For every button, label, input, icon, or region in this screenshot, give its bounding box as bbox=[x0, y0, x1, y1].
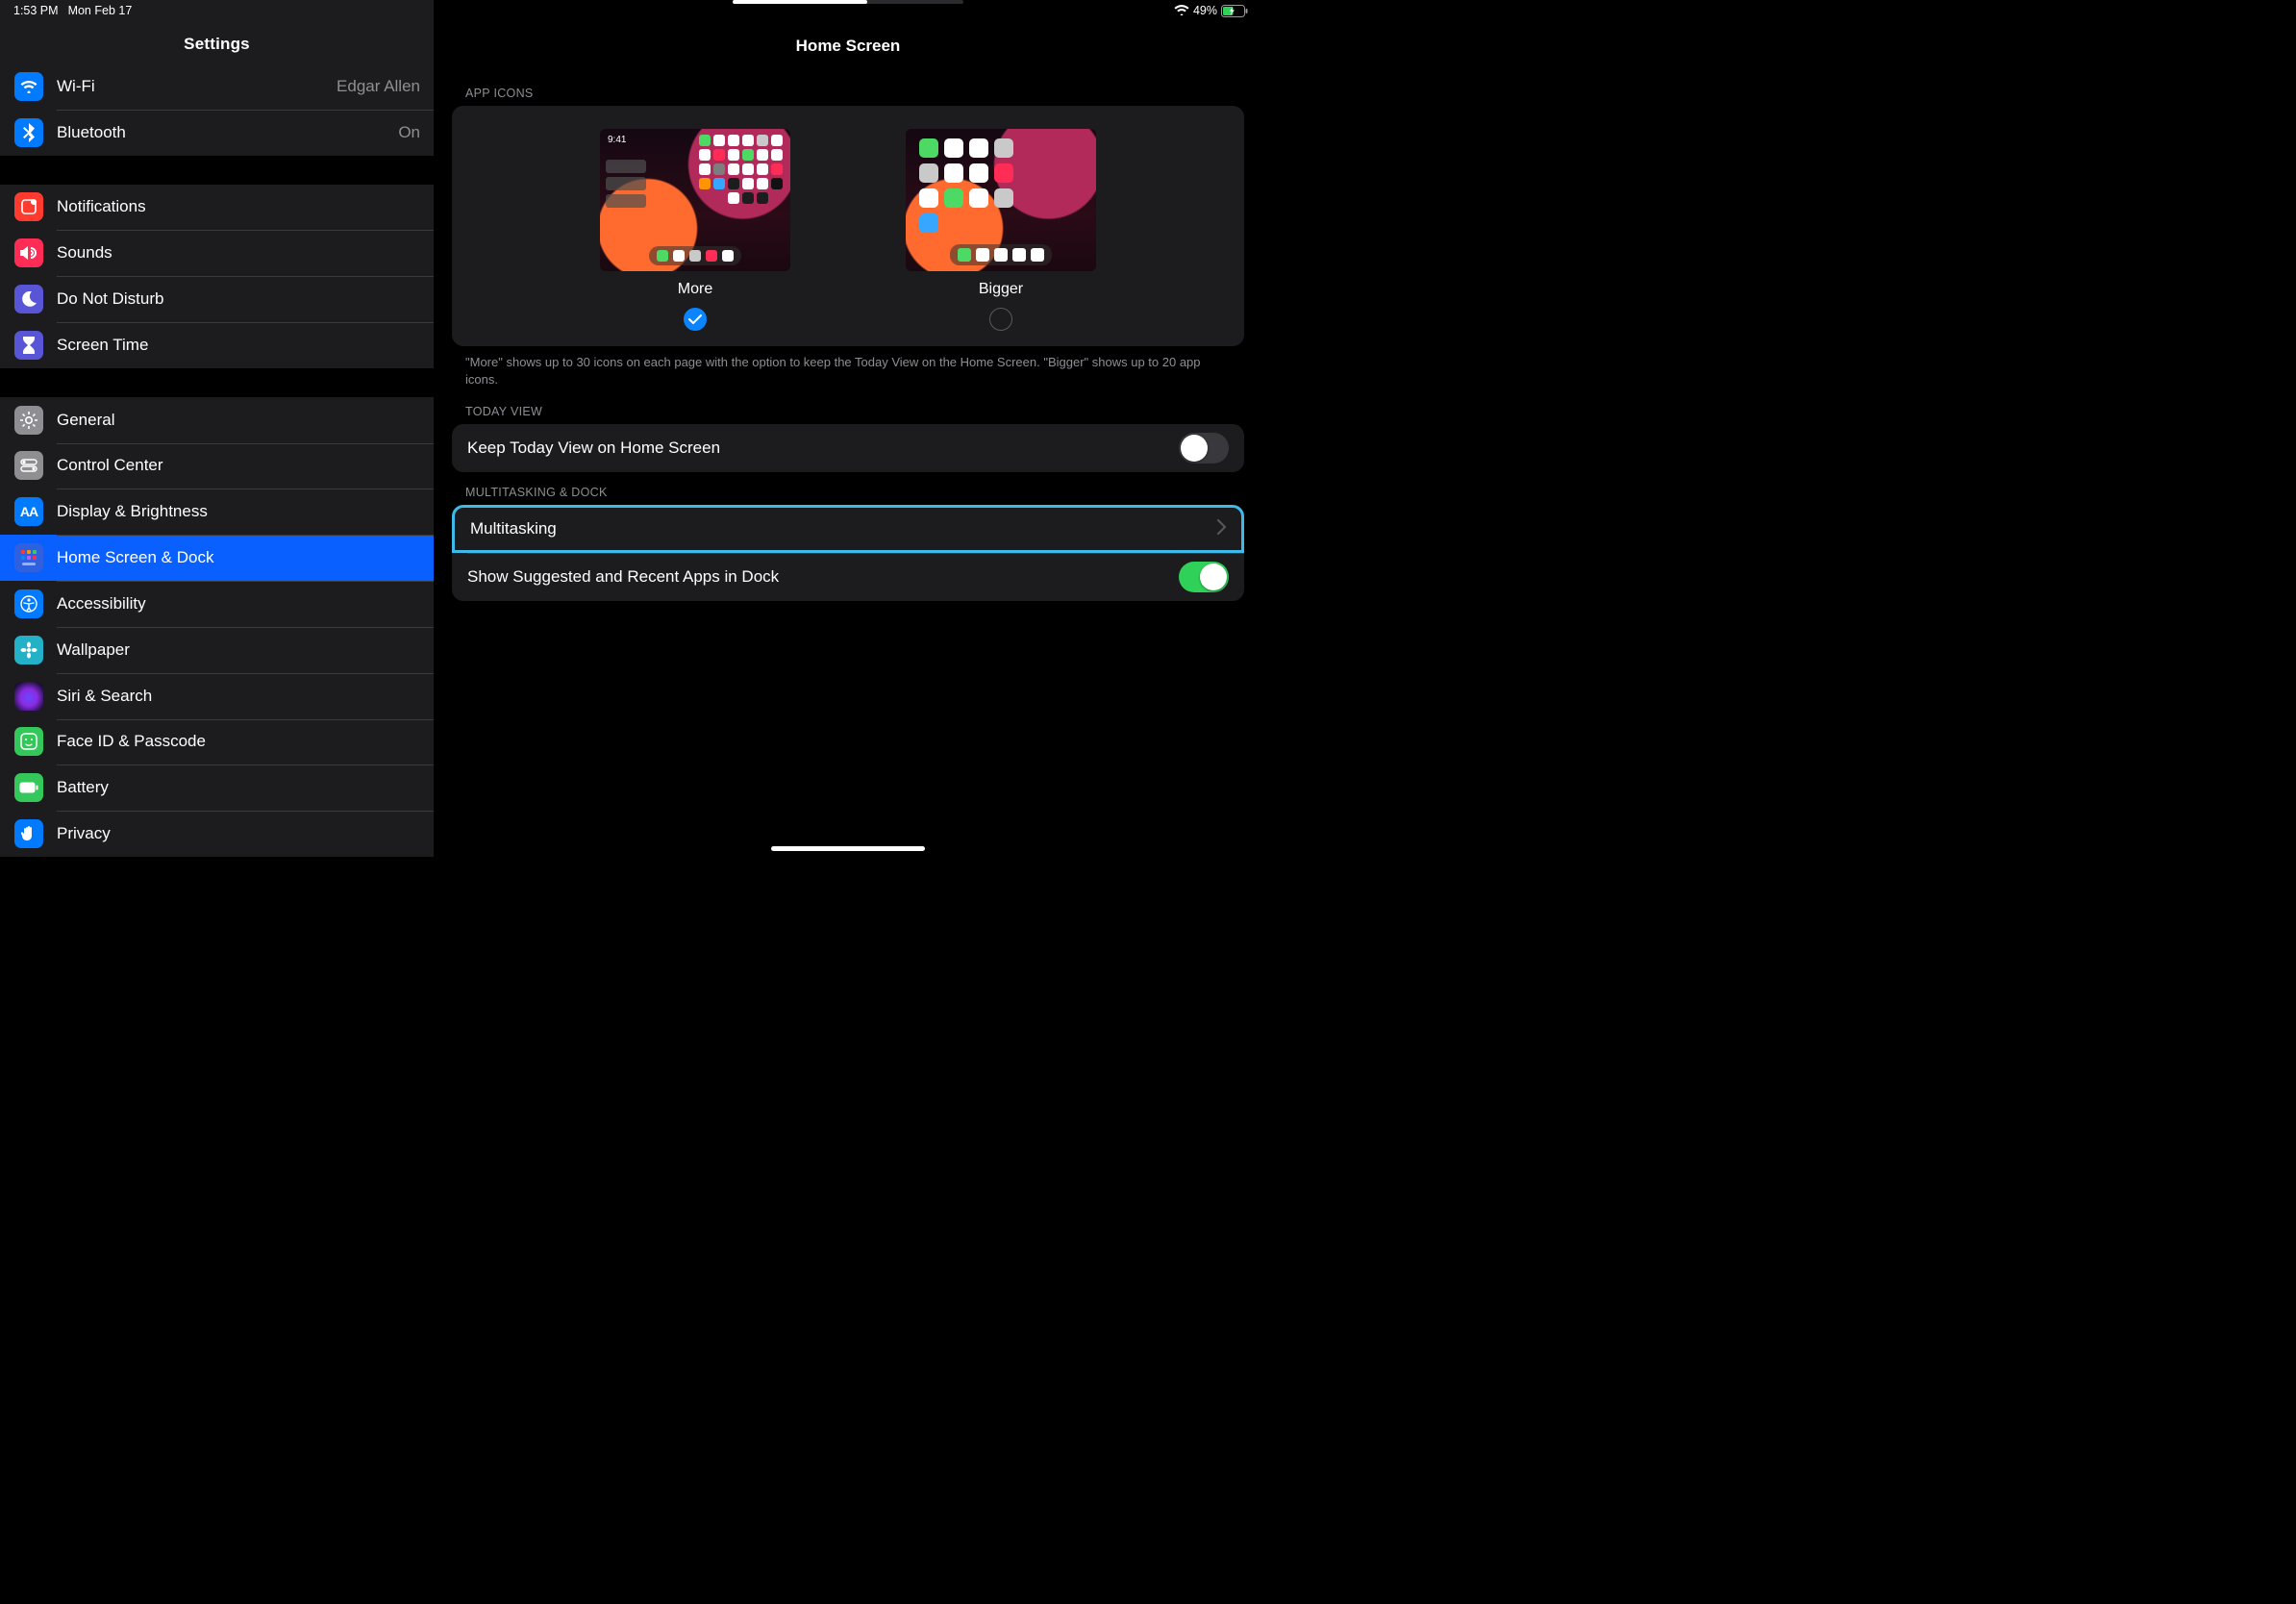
bluetooth-icon bbox=[14, 118, 43, 147]
sidebar-item-battery[interactable]: Battery bbox=[0, 764, 434, 811]
thumb-time: 9:41 bbox=[608, 135, 626, 145]
row-multitasking[interactable]: Multitasking bbox=[452, 505, 1244, 553]
sidebar-item-label: Control Center bbox=[57, 456, 420, 475]
detail-panel: Home Screen APP ICONS 9:41 bbox=[435, 0, 1261, 857]
thumb-dock bbox=[950, 244, 1052, 265]
sidebar-item-general[interactable]: General bbox=[0, 397, 434, 443]
switches-icon bbox=[14, 451, 43, 480]
sidebar-item-detail: On bbox=[398, 123, 420, 142]
sidebar-item-display[interactable]: AA Display & Brightness bbox=[0, 489, 434, 535]
sidebar-item-screentime[interactable]: Screen Time bbox=[0, 322, 434, 368]
sidebar-item-label: Home Screen & Dock bbox=[57, 548, 420, 567]
sidebar-item-faceid[interactable]: Face ID & Passcode bbox=[0, 719, 434, 765]
option-label: Bigger bbox=[979, 281, 1023, 298]
sidebar-item-wifi[interactable]: Wi-Fi Edgar Allen bbox=[0, 63, 434, 110]
option-label: More bbox=[678, 281, 712, 298]
siri-icon bbox=[14, 682, 43, 711]
multitasking-card: Multitasking Show Suggested and Recent A… bbox=[452, 505, 1244, 601]
sidebar-item-label: Bluetooth bbox=[57, 123, 398, 142]
row-keep-today-view[interactable]: Keep Today View on Home Screen bbox=[452, 424, 1244, 472]
thumb-icons-bigger bbox=[919, 138, 1013, 233]
accessibility-icon bbox=[14, 589, 43, 618]
thumb-dock bbox=[649, 246, 741, 265]
sidebar-item-label: Do Not Disturb bbox=[57, 289, 420, 309]
sidebar-item-siri[interactable]: Siri & Search bbox=[0, 673, 434, 719]
hourglass-icon bbox=[14, 331, 43, 360]
thumb-bigger bbox=[906, 129, 1096, 271]
sidebar-item-label: Screen Time bbox=[57, 336, 420, 355]
sidebar-item-label: Sounds bbox=[57, 243, 420, 263]
radio-bigger[interactable] bbox=[989, 308, 1012, 331]
row-label: Keep Today View on Home Screen bbox=[467, 439, 1179, 458]
sidebar-item-label: Display & Brightness bbox=[57, 502, 420, 521]
battery-pct: 49% bbox=[1193, 4, 1217, 17]
settings-sidebar: Settings Wi-Fi Edgar Allen Bluetooth On … bbox=[0, 0, 435, 857]
page-title: Home Screen bbox=[435, 21, 1261, 73]
grid-icon bbox=[14, 543, 43, 572]
face-icon bbox=[14, 727, 43, 756]
sidebar-item-wallpaper[interactable]: Wallpaper bbox=[0, 627, 434, 673]
row-label: Show Suggested and Recent Apps in Dock bbox=[467, 567, 1179, 587]
section-header-todayview: TODAY VIEW bbox=[435, 391, 1261, 424]
thumb-more: 9:41 bbox=[600, 129, 790, 271]
display-icon: AA bbox=[14, 497, 43, 526]
row-show-suggested-dock[interactable]: Show Suggested and Recent Apps in Dock bbox=[452, 553, 1244, 601]
sidebar-item-label: General bbox=[57, 411, 420, 430]
sidebar-item-privacy[interactable]: Privacy bbox=[0, 811, 434, 857]
gear-icon bbox=[14, 406, 43, 435]
chevron-right-icon bbox=[1217, 519, 1226, 539]
sidebar-item-label: Siri & Search bbox=[57, 687, 420, 706]
wifi-icon bbox=[14, 72, 43, 101]
hand-icon bbox=[14, 819, 43, 848]
sounds-icon bbox=[14, 238, 43, 267]
today-view-card: Keep Today View on Home Screen bbox=[452, 424, 1244, 472]
sidebar-title: Settings bbox=[0, 21, 434, 63]
section-header-appicons: APP ICONS bbox=[435, 73, 1261, 106]
sidebar-item-label: Wallpaper bbox=[57, 640, 420, 660]
wifi-icon bbox=[1174, 4, 1189, 18]
sidebar-item-label: Accessibility bbox=[57, 594, 420, 614]
toggle-suggested-dock[interactable] bbox=[1179, 562, 1229, 592]
status-bar: 1:53 PM Mon Feb 17 49% bbox=[0, 0, 1261, 21]
battery-icon bbox=[1221, 5, 1248, 17]
sidebar-item-label: Battery bbox=[57, 778, 420, 797]
moon-icon bbox=[14, 285, 43, 313]
app-icons-card: 9:41 More bbox=[452, 106, 1244, 346]
status-date: Mon Feb 17 bbox=[68, 4, 133, 17]
sidebar-item-bluetooth[interactable]: Bluetooth On bbox=[0, 110, 434, 156]
app-icons-option-more[interactable]: 9:41 More bbox=[600, 129, 790, 331]
sidebar-item-label: Face ID & Passcode bbox=[57, 732, 420, 751]
thumb-icons-more bbox=[699, 135, 783, 204]
flower-icon bbox=[14, 636, 43, 664]
sidebar-item-label: Privacy bbox=[57, 824, 420, 843]
app-icons-option-bigger[interactable]: Bigger bbox=[906, 129, 1096, 331]
app-icons-footer: "More" shows up to 30 icons on each page… bbox=[435, 346, 1261, 391]
sidebar-item-sounds[interactable]: Sounds bbox=[0, 230, 434, 276]
sidebar-item-dnd[interactable]: Do Not Disturb bbox=[0, 276, 434, 322]
sidebar-item-controlcenter[interactable]: Control Center bbox=[0, 443, 434, 489]
sidebar-item-label: Notifications bbox=[57, 197, 420, 216]
sidebar-item-detail: Edgar Allen bbox=[337, 77, 420, 96]
sidebar-item-label: Wi-Fi bbox=[57, 77, 337, 96]
battery-icon bbox=[14, 773, 43, 802]
section-header-multitasking: MULTITASKING & DOCK bbox=[435, 472, 1261, 505]
status-time: 1:53 PM bbox=[13, 4, 59, 17]
sidebar-item-homedock[interactable]: Home Screen & Dock bbox=[0, 535, 434, 581]
home-indicator[interactable] bbox=[771, 846, 925, 851]
sidebar-item-accessibility[interactable]: Accessibility bbox=[0, 581, 434, 627]
radio-more[interactable] bbox=[684, 308, 707, 331]
sidebar-item-notifications[interactable]: Notifications bbox=[0, 185, 434, 231]
row-label: Multitasking bbox=[470, 519, 1217, 539]
toggle-today-view[interactable] bbox=[1179, 433, 1229, 464]
notifications-icon bbox=[14, 192, 43, 221]
